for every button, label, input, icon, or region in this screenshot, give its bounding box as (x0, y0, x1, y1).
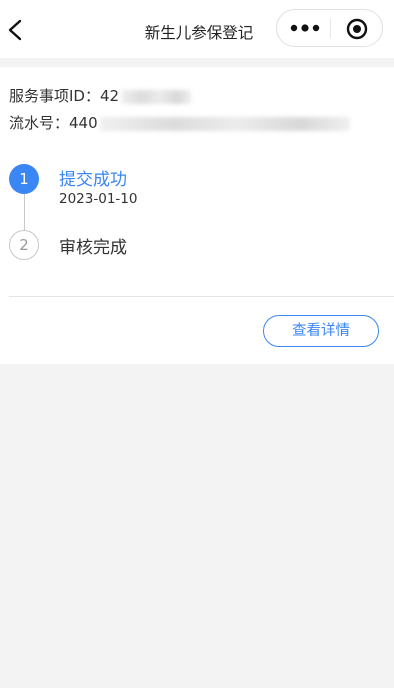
serial-value: 440 (69, 114, 98, 132)
section-gap (0, 58, 394, 67)
target-close-icon[interactable] (346, 18, 368, 40)
top-navbar: 新生儿参保登记 (0, 0, 394, 58)
more-dots-icon[interactable] (289, 18, 321, 38)
redacted-serial-number (99, 116, 350, 131)
mini-program-capsule (276, 9, 383, 47)
service-id-row: 服务事项ID：42 (9, 85, 192, 106)
service-id-value: 42 (99, 87, 120, 105)
view-details-button[interactable]: 查看详情 (263, 315, 379, 347)
serial-label: 流水号： (9, 114, 70, 132)
service-id-label: 服务事项ID： (9, 87, 100, 105)
step-2-circle: 2 (9, 230, 39, 260)
step-1-label: 提交成功 (59, 170, 127, 190)
step-2-label: 审核完成 (59, 238, 127, 258)
card-divider (9, 296, 394, 297)
redacted-service-id (121, 89, 192, 104)
step-connector-line (24, 194, 25, 230)
serial-number-row: 流水号：440 (9, 112, 350, 133)
step-1-date: 2023-01-10 (59, 191, 138, 207)
capsule-divider (330, 19, 331, 38)
step-1-circle: 1 (9, 164, 39, 194)
record-card: 服务事项ID：42 流水号：440 1 提交成功 2023-01-10 2 审核… (0, 67, 394, 364)
